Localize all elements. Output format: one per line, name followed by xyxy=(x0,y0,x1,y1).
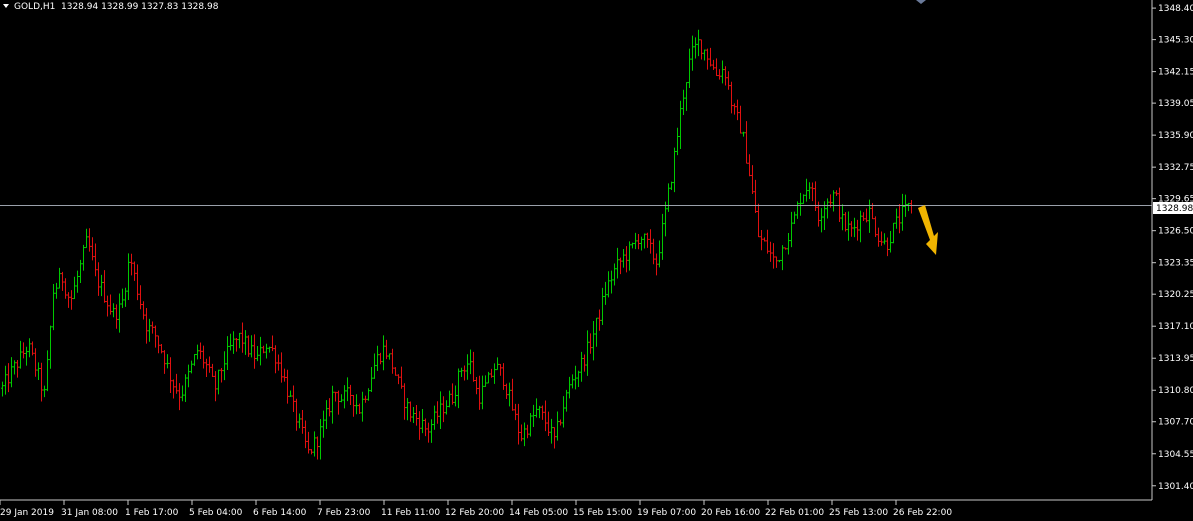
price-chart[interactable]: 1348.40 1345.30 1342.15 1339.05 1335.90 1332.… xyxy=(0,0,1193,521)
price-tick-label: 1342.15 xyxy=(1158,68,1193,78)
time-tick-label: 7 Feb 23:00 xyxy=(317,508,371,518)
price-tick-label: 1317.10 xyxy=(1158,322,1193,332)
price-tick-label: 1323.35 xyxy=(1158,259,1193,269)
chart-background xyxy=(0,0,1193,521)
time-tick-label: 25 Feb 13:00 xyxy=(829,508,888,518)
price-tick-label: 1332.75 xyxy=(1158,163,1193,173)
ohlc-values: 1328.94 1328.99 1327.83 1328.98 xyxy=(61,2,219,12)
current-price-label: 1328.98 xyxy=(1156,204,1193,214)
price-tick-label: 1335.90 xyxy=(1158,131,1193,141)
time-tick-label: 19 Feb 07:00 xyxy=(637,508,696,518)
price-tick-label: 1339.05 xyxy=(1158,99,1193,109)
symbol-label: GOLD,H1 xyxy=(14,2,55,12)
price-tick-label: 1301.40 xyxy=(1158,482,1193,492)
current-price-tag: 1328.98 xyxy=(1153,202,1193,214)
time-tick-label: 6 Feb 14:00 xyxy=(253,508,307,518)
time-tick-label: 15 Feb 15:00 xyxy=(573,508,632,518)
price-tick-label: 1307.70 xyxy=(1158,418,1193,428)
time-tick-label: 14 Feb 05:00 xyxy=(509,508,568,518)
time-tick-label: 1 Feb 17:00 xyxy=(125,508,179,518)
time-tick-label: 22 Feb 01:00 xyxy=(765,508,824,518)
price-tick-label: 1345.30 xyxy=(1158,36,1193,46)
time-tick-label: 31 Jan 08:00 xyxy=(61,508,118,518)
time-tick-label: 5 Feb 04:00 xyxy=(189,508,243,518)
price-tick-label: 1320.25 xyxy=(1158,290,1193,300)
time-tick-label: 26 Feb 22:00 xyxy=(893,508,952,518)
price-tick-label: 1313.95 xyxy=(1158,354,1193,364)
time-tick-label: 12 Feb 20:00 xyxy=(445,508,504,518)
price-tick-label: 1304.55 xyxy=(1158,450,1193,460)
price-tick-label: 1326.50 xyxy=(1158,227,1193,237)
time-tick-label: 29 Jan 2019 xyxy=(0,508,54,518)
chart-header[interactable]: GOLD,H1 1328.94 1328.99 1327.83 1328.98 xyxy=(3,2,219,12)
price-tick-label: 1348.40 xyxy=(1158,4,1193,14)
price-tick-label: 1310.80 xyxy=(1158,386,1193,396)
time-tick-label: 11 Feb 11:00 xyxy=(381,508,440,518)
time-tick-label: 20 Feb 16:00 xyxy=(701,508,760,518)
